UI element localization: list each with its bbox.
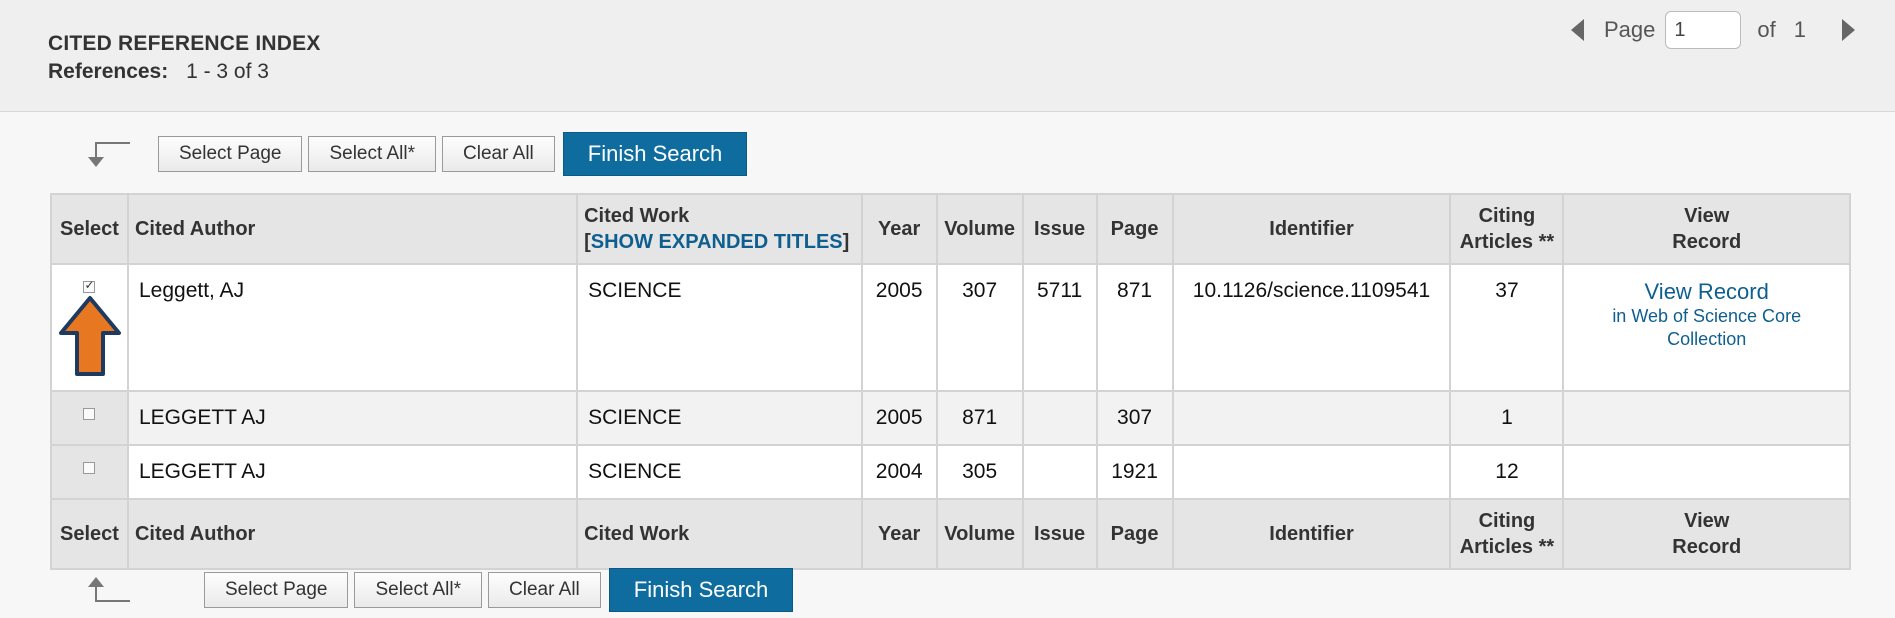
col-identifier: Identifier (1171, 498, 1452, 570)
col-cited-author: Cited Author (126, 498, 579, 570)
pager: Page of 1 (1571, 8, 1855, 52)
header-band: CITED REFERENCE INDEX References: 1 - 3 … (0, 0, 1895, 112)
volume: 305 (935, 444, 1024, 500)
clear-all-button[interactable]: Clear All (442, 136, 555, 172)
year: 2005 (860, 390, 938, 446)
table-header-row: Select Cited Author Cited Work [SHOW EXP… (50, 193, 1851, 265)
col-cited-author: Cited Author (126, 193, 579, 265)
cited-work: SCIENCE (576, 263, 863, 392)
view-record-cell (1562, 444, 1851, 500)
select-page-button[interactable]: Select Page (158, 136, 303, 172)
citing-articles: 1 (1449, 390, 1565, 446)
select-cell (50, 263, 129, 392)
page: 1921 (1095, 444, 1174, 500)
row-checkbox[interactable] (83, 278, 96, 293)
triangle-right-icon[interactable] (1842, 19, 1855, 41)
corner-arrow-up-icon (82, 575, 142, 605)
finish-search-button[interactable]: Finish Search (562, 132, 748, 176)
view-record-cell: View Record in Web of Science Core Colle… (1562, 263, 1851, 392)
page-title: CITED REFERENCE INDEX (48, 32, 321, 55)
view-record-sublink[interactable]: in Web of Science Core Collection (1574, 305, 1839, 351)
select-cell (50, 444, 129, 500)
cited-reference-table: Select Cited Author Cited Work [SHOW EXP… (50, 193, 1851, 570)
col-select: Select (50, 498, 129, 570)
view-record-link[interactable]: View Record (1645, 279, 1769, 304)
bottom-action-bar: Select Page Select All* Clear All Finish… (0, 567, 794, 613)
cited-author: Leggett, AJ (126, 263, 579, 392)
identifier (1171, 390, 1452, 446)
col-year: Year (860, 498, 938, 570)
col-issue: Issue (1021, 498, 1098, 570)
top-action-bar: Select Page Select All* Clear All Finish… (0, 131, 748, 177)
triangle-left-icon[interactable] (1571, 19, 1584, 41)
table-row: LEGGETT AJ SCIENCE 2004 305 1921 12 (50, 444, 1851, 500)
col-view-record: View Record (1562, 498, 1851, 570)
page: 871 (1095, 263, 1174, 392)
citing-articles: 12 (1449, 444, 1565, 500)
references-label: References: (48, 60, 169, 83)
select-page-button[interactable]: Select Page (204, 572, 349, 608)
identifier (1171, 444, 1452, 500)
finish-search-button[interactable]: Finish Search (608, 568, 794, 612)
cited-work-header: Cited Work (584, 205, 690, 227)
volume: 307 (935, 263, 1024, 392)
col-volume: Volume (935, 498, 1024, 570)
table-footer-row: Select Cited Author Cited Work Year Volu… (50, 498, 1851, 570)
select-cell (50, 390, 129, 446)
identifier: 10.1126/science.1109541 (1171, 263, 1452, 392)
select-all-button[interactable]: Select All* (308, 136, 437, 172)
page-number-input[interactable] (1665, 11, 1742, 49)
view-record-cell (1562, 390, 1851, 446)
page: 307 (1095, 390, 1174, 446)
col-page: Page (1095, 193, 1174, 265)
page-label: Page (1604, 17, 1656, 42)
cited-author: LEGGETT AJ (126, 390, 579, 446)
table-row: LEGGETT AJ SCIENCE 2005 871 307 1 (50, 390, 1851, 446)
row-checkbox[interactable] (83, 408, 96, 420)
col-year: Year (860, 193, 938, 265)
citing-articles: 37 (1449, 263, 1565, 392)
row-checkbox[interactable] (83, 462, 96, 474)
table-row: Leggett, AJ SCIENCE 2005 307 5711 871 10… (50, 263, 1851, 392)
references-summary: References: 1 - 3 of 3 (48, 60, 269, 84)
clear-all-button[interactable]: Clear All (488, 572, 601, 608)
issue (1021, 390, 1098, 446)
col-cited-work: Cited Work [SHOW EXPANDED TITLES] (576, 193, 863, 265)
volume: 871 (935, 390, 1024, 446)
cited-author: LEGGETT AJ (126, 444, 579, 500)
cited-work: SCIENCE (576, 390, 863, 446)
issue: 5711 (1021, 263, 1098, 392)
col-volume: Volume (935, 193, 1024, 265)
col-select: Select (50, 193, 129, 265)
col-view-record: View Record (1562, 193, 1851, 265)
col-citing-articles: Citing Articles ** (1449, 193, 1565, 265)
show-expanded-titles-link[interactable]: SHOW EXPANDED TITLES (591, 231, 843, 253)
col-identifier: Identifier (1171, 193, 1452, 265)
select-all-button[interactable]: Select All* (354, 572, 483, 608)
corner-arrow-down-icon (82, 139, 142, 169)
col-cited-work: Cited Work (576, 498, 863, 570)
of-label: of (1757, 17, 1776, 42)
year: 2004 (860, 444, 938, 500)
cited-work: SCIENCE (576, 444, 863, 500)
total-pages: 1 (1793, 17, 1806, 42)
col-issue: Issue (1021, 193, 1098, 265)
references-value: 1 - 3 of 3 (186, 60, 269, 83)
col-citing-articles: Citing Articles ** (1449, 498, 1565, 570)
issue (1021, 444, 1098, 500)
col-page: Page (1095, 498, 1174, 570)
year: 2005 (860, 263, 938, 392)
orange-up-arrow-icon (59, 296, 121, 376)
